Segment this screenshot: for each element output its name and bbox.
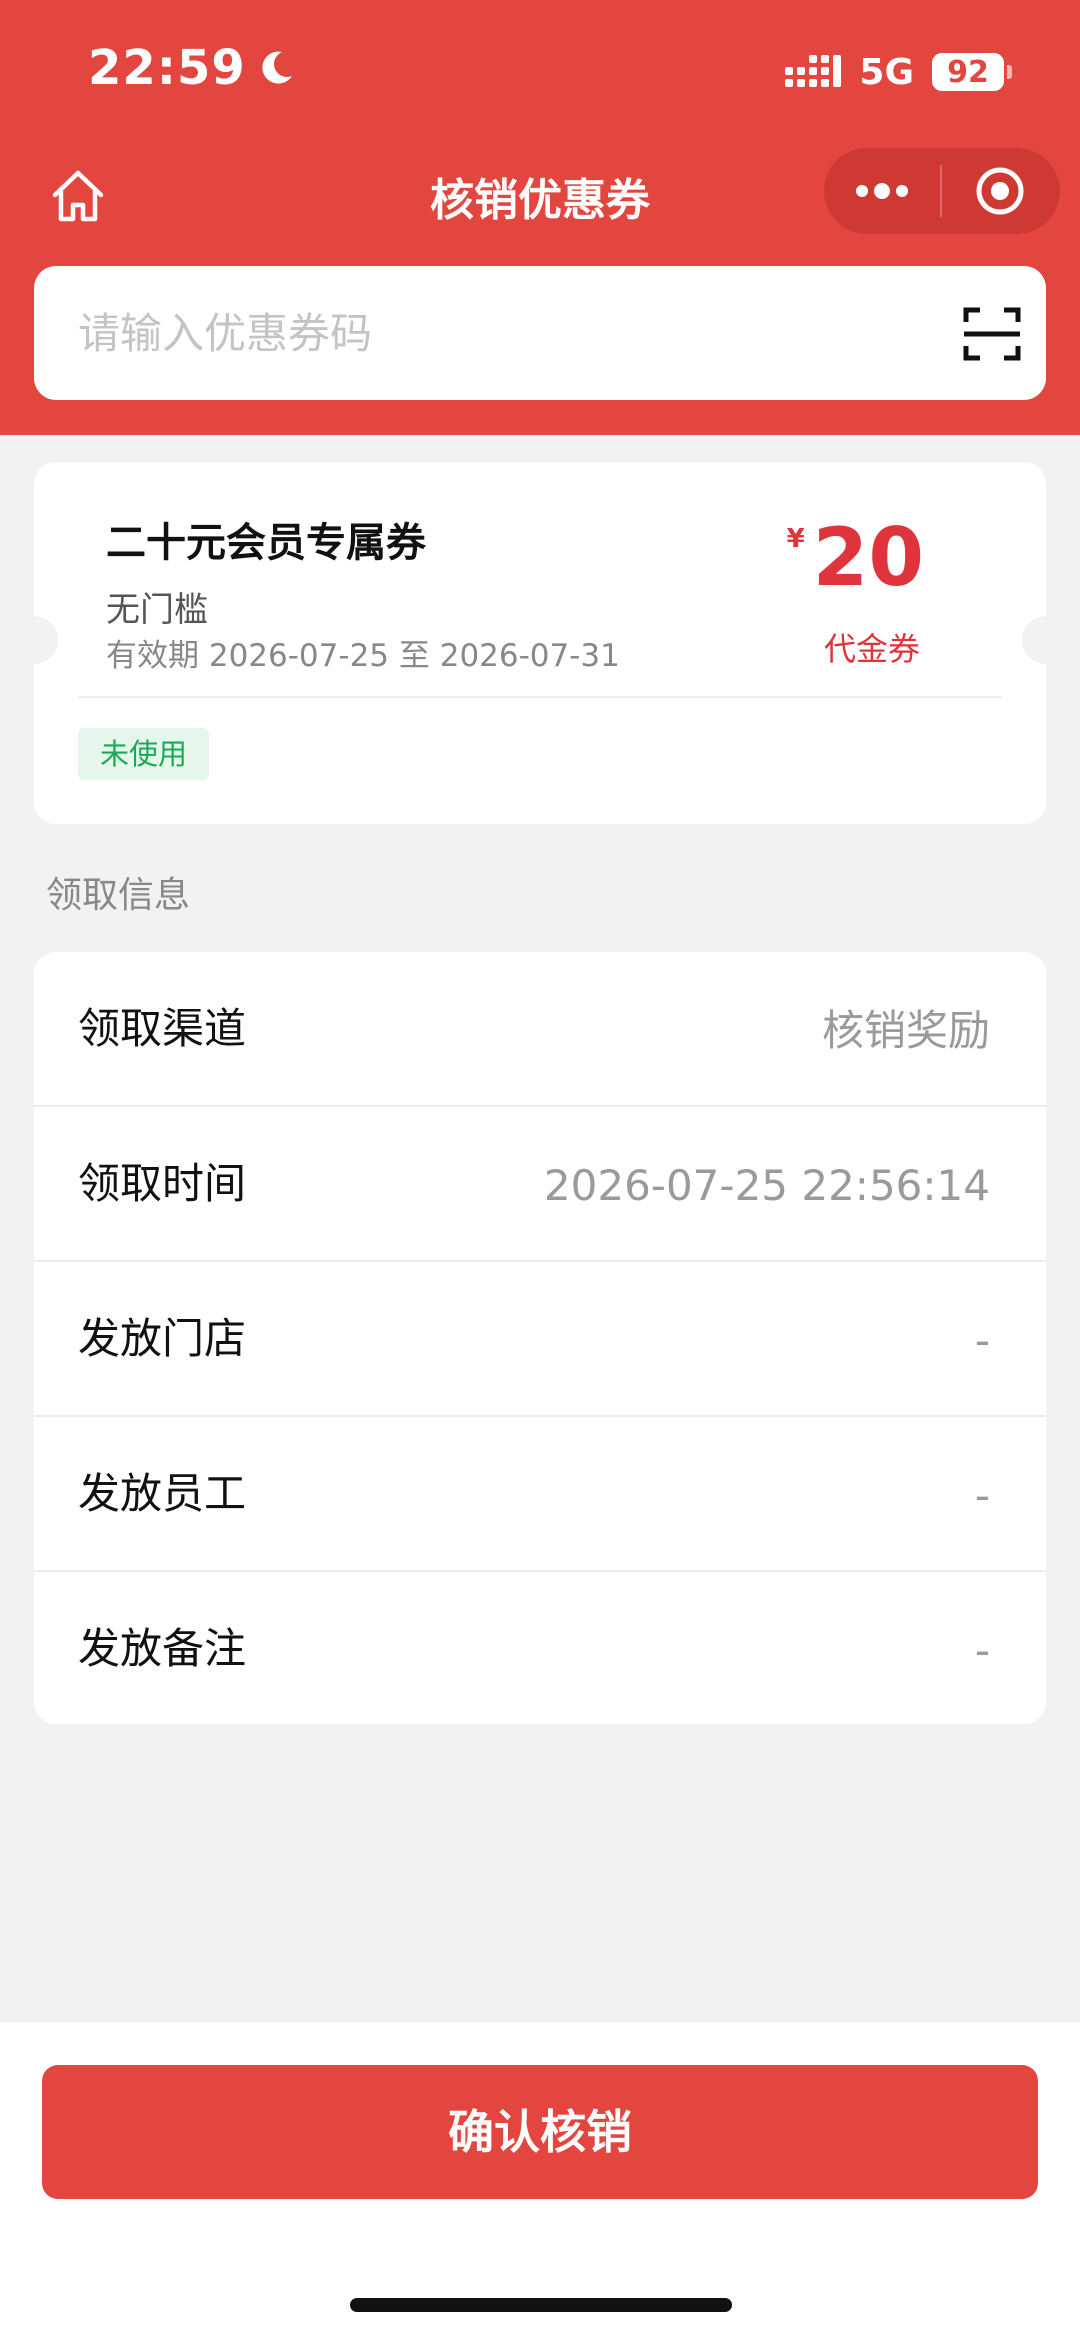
time-text: 22:59	[88, 40, 246, 96]
info-label: 发放员工	[78, 1469, 247, 1518]
battery-level: 92	[947, 54, 989, 90]
info-row-store: 发放门店 -	[34, 1262, 1046, 1417]
info-row-channel: 领取渠道 核销奖励	[34, 952, 1046, 1107]
close-target-icon	[976, 167, 1024, 215]
coupon-code-input[interactable]	[78, 266, 898, 400]
info-value: 2026-07-25 22:56:14	[543, 1161, 990, 1210]
scan-button[interactable]	[962, 304, 1022, 364]
coupon-title: 二十元会员专属券	[106, 520, 426, 566]
confirm-redeem-button[interactable]: 确认核销	[42, 2065, 1038, 2199]
coupon-amount: ¥ 20	[787, 518, 924, 598]
scan-icon	[963, 307, 1021, 361]
status-right: 5G 92	[785, 48, 1012, 96]
coupon-type: 代金券	[823, 630, 920, 668]
bottom-bar: 确认核销	[0, 2022, 1080, 2336]
coupon-notch-right	[1022, 616, 1070, 664]
info-value: -	[974, 1316, 990, 1365]
coupon-card: 二十元会员专属券 无门槛 有效期 2026-07-25 至 2026-07-31…	[10, 462, 1070, 824]
coupon-notch-left	[10, 616, 58, 664]
coupon-divider	[78, 696, 1002, 698]
more-button[interactable]	[824, 148, 940, 234]
moon-icon	[262, 51, 292, 84]
info-label: 领取渠道	[78, 1004, 247, 1053]
info-label: 发放门店	[78, 1314, 247, 1363]
info-label: 发放备注	[78, 1624, 247, 1673]
battery-icon: 92	[932, 53, 1012, 91]
info-value: 核销奖励	[821, 1006, 990, 1055]
status-time: 22:59	[88, 40, 296, 96]
coupon-threshold: 无门槛	[106, 590, 208, 630]
network-label: 5G	[859, 51, 914, 93]
claim-info-list: 领取渠道 核销奖励 领取时间 2026-07-25 22:56:14 发放门店 …	[34, 952, 1046, 1724]
info-row-time: 领取时间 2026-07-25 22:56:14	[34, 1107, 1046, 1262]
section-title: 领取信息	[46, 875, 191, 916]
header: 22:59 5G 92 核销优惠券 请输入优惠券码	[0, 0, 1080, 435]
status-bar: 22:59 5G 92	[0, 0, 1080, 140]
mini-program-capsule	[824, 148, 1060, 234]
info-value: -	[974, 1471, 990, 1520]
nav-bar: 核销优惠券	[0, 140, 1080, 240]
coupon-code-search	[34, 266, 1046, 400]
signal-icon	[785, 55, 842, 87]
currency-symbol: ¥	[786, 524, 805, 554]
close-mini-program-button[interactable]	[942, 148, 1058, 234]
info-value: -	[974, 1626, 990, 1675]
info-row-staff: 发放员工 -	[34, 1417, 1046, 1572]
more-icon	[856, 183, 908, 199]
status-badge: 未使用	[78, 728, 210, 780]
coupon-amount-value: 20	[812, 511, 924, 604]
info-row-remark: 发放备注 -	[34, 1572, 1046, 1724]
home-indicator[interactable]	[350, 2298, 732, 2312]
coupon-validity: 有效期 2026-07-25 至 2026-07-31	[106, 638, 620, 674]
info-label: 领取时间	[78, 1159, 247, 1208]
